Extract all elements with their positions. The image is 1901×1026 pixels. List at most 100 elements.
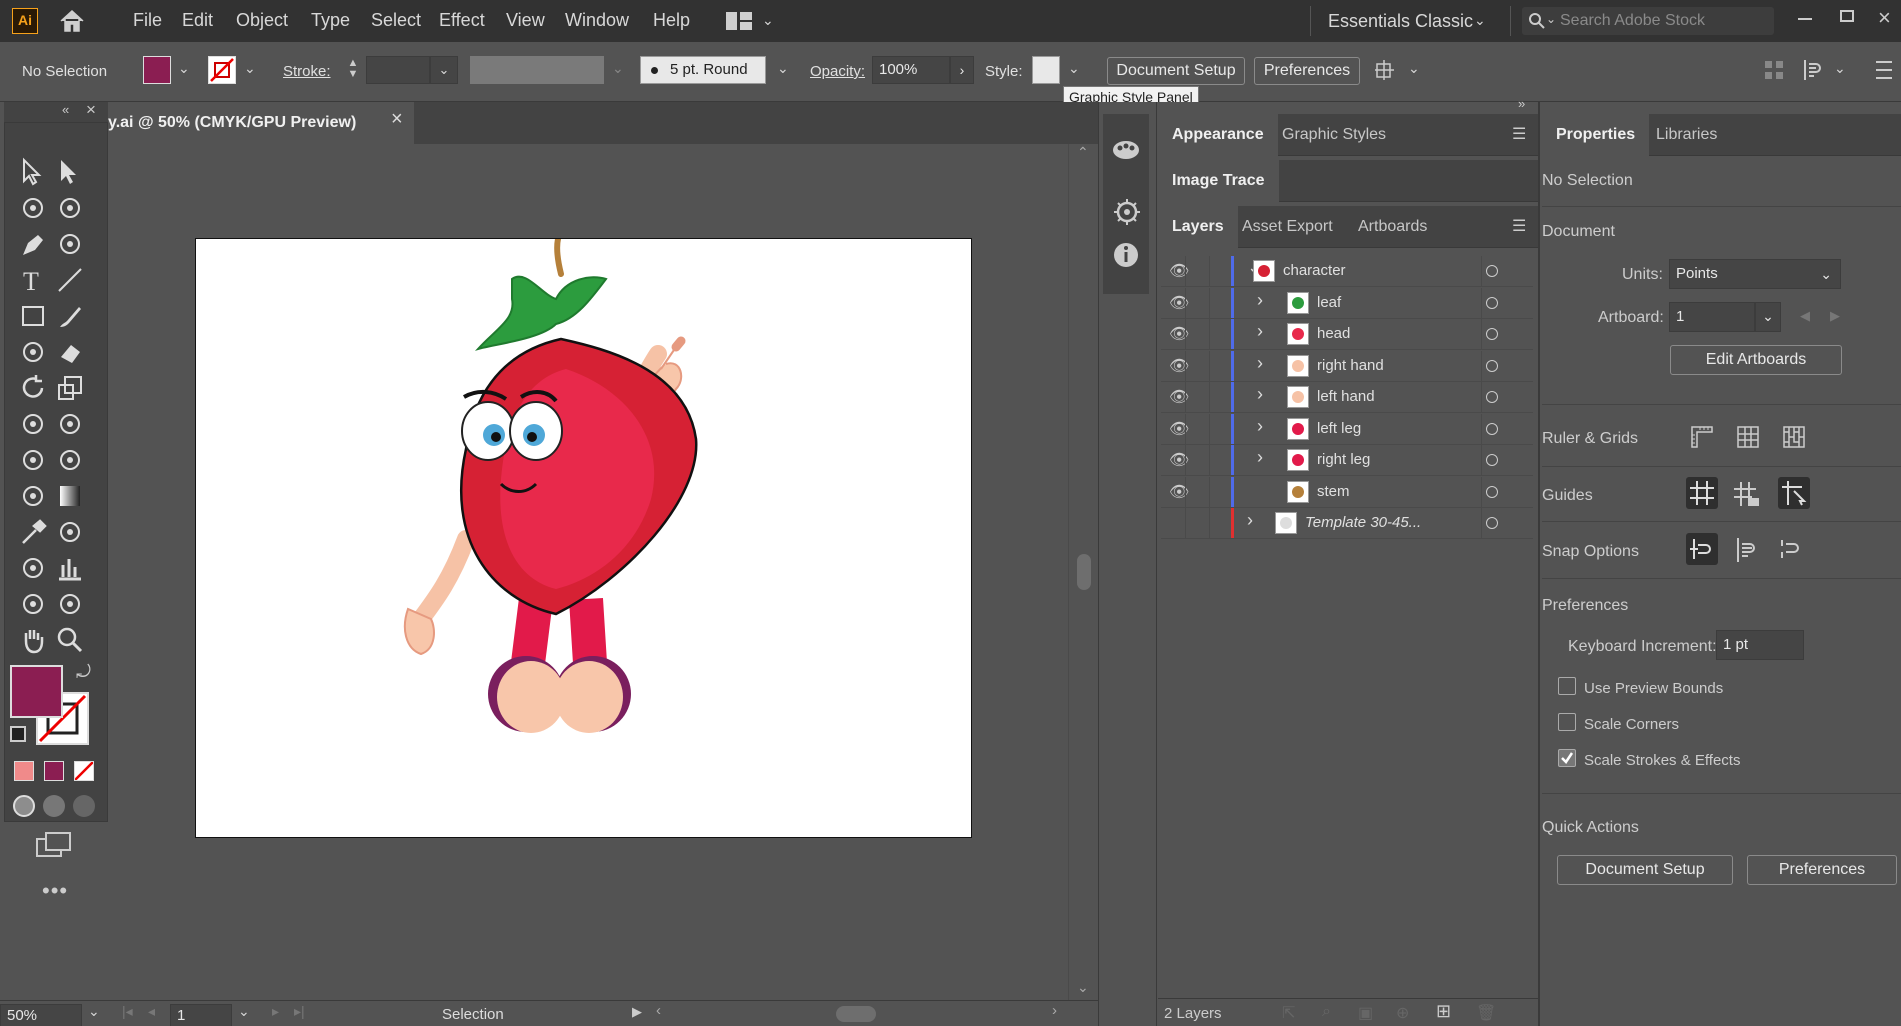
- target-circle-icon[interactable]: [1486, 454, 1498, 466]
- menu-edit[interactable]: Edit: [182, 10, 213, 31]
- opacity-label[interactable]: Opacity:: [810, 63, 865, 80]
- stroke-weight-dropdown[interactable]: ⌄: [430, 56, 458, 84]
- keyboard-increment-field[interactable]: 1 pt: [1716, 630, 1804, 660]
- next-artboard-icon[interactable]: ▸: [272, 1003, 279, 1020]
- width-tool-icon[interactable]: [18, 409, 48, 439]
- export-icon[interactable]: ⇱: [1282, 1003, 1295, 1023]
- variable-width-profile[interactable]: [470, 56, 604, 84]
- preferences-button[interactable]: Preferences: [1254, 57, 1360, 85]
- document-tab[interactable]: y.ai @ 50% (CMYK/GPU Preview) ×: [108, 102, 414, 144]
- chevron-right-icon[interactable]: ›: [1257, 416, 1263, 437]
- align-icon[interactable]: [1764, 60, 1784, 80]
- menu-file[interactable]: File: [133, 10, 162, 31]
- menu-select[interactable]: Select: [371, 10, 421, 31]
- vertical-scrollbar[interactable]: ⌃ ⌄: [1068, 144, 1098, 1000]
- tab-asset-export[interactable]: Asset Export: [1228, 206, 1347, 248]
- layer-row[interactable]: 👁 stem: [1161, 476, 1533, 508]
- status-menu-icon[interactable]: ▶: [632, 1004, 642, 1020]
- scroll-thumb[interactable]: [1077, 554, 1091, 590]
- zoom-field[interactable]: 50%: [0, 1004, 82, 1026]
- info-icon[interactable]: [1113, 242, 1139, 268]
- more-tools-icon[interactable]: •••: [42, 878, 68, 904]
- default-colors-icon[interactable]: [10, 726, 26, 742]
- transparency-grid-icon[interactable]: [1782, 425, 1806, 449]
- menu-object[interactable]: Object: [236, 10, 288, 31]
- chevron-right-icon[interactable]: ›: [1257, 321, 1263, 342]
- fill-color-box-front[interactable]: [10, 665, 63, 718]
- swap-colors-icon[interactable]: ⤾: [76, 662, 91, 683]
- lasso-tool-icon[interactable]: [55, 193, 85, 223]
- panel-menu-icon[interactable]: ☰: [1512, 216, 1526, 236]
- visibility-eye-icon[interactable]: 👁: [1169, 482, 1189, 502]
- close-window-button[interactable]: ×: [1878, 5, 1891, 31]
- layer-row[interactable]: 👁⌄character: [1161, 256, 1533, 287]
- visibility-eye-icon[interactable]: 👁: [1169, 356, 1189, 376]
- target-circle-icon[interactable]: [1486, 296, 1498, 309]
- hscroll-right-icon[interactable]: ›: [1052, 1002, 1057, 1019]
- minimize-button[interactable]: [1798, 18, 1812, 20]
- pen-tool-icon[interactable]: [18, 229, 48, 259]
- layer-row[interactable]: 👁 › left leg: [1161, 413, 1533, 445]
- chevron-down-icon[interactable]: ⌄: [1408, 60, 1420, 77]
- chevron-down-icon[interactable]: ⌄: [1834, 60, 1846, 77]
- chevron-right-icon[interactable]: ›: [1257, 384, 1263, 405]
- stroke-weight-stepper[interactable]: ▲ ▼: [342, 56, 364, 84]
- artboard-select[interactable]: 1: [1669, 302, 1755, 332]
- scroll-up-icon[interactable]: ⌃: [1077, 144, 1089, 161]
- rectangle-tool-icon[interactable]: [18, 301, 48, 331]
- tab-appearance[interactable]: Appearance: [1158, 114, 1278, 156]
- edit-artboards-button[interactable]: Edit Artboards: [1670, 345, 1842, 375]
- target-circle-icon[interactable]: [1486, 328, 1498, 340]
- perspective-grid-tool-icon[interactable]: [55, 445, 85, 475]
- chevron-down-icon[interactable]: ⌄: [244, 60, 256, 77]
- prev-artboard-icon[interactable]: ◀: [1800, 308, 1810, 324]
- menu-view[interactable]: View: [506, 10, 545, 31]
- gradient-tool-icon[interactable]: [55, 481, 85, 511]
- scroll-down-icon[interactable]: ⌄: [1077, 979, 1089, 996]
- target-circle-icon[interactable]: [1486, 485, 1498, 498]
- chevron-right-icon[interactable]: ›: [1257, 290, 1263, 311]
- new-sublayer-icon[interactable]: ⊕: [1396, 1003, 1409, 1023]
- layer-row[interactable]: 👁 › leaf: [1161, 287, 1533, 319]
- stock-search-input[interactable]: ⌄ Search Adobe Stock: [1522, 7, 1774, 35]
- new-layer-icon[interactable]: ⊞: [1436, 1001, 1451, 1022]
- rotate-tool-icon[interactable]: [18, 373, 48, 403]
- chevron-right-icon[interactable]: ›: [1257, 353, 1263, 374]
- rulers-icon[interactable]: [1690, 425, 1714, 449]
- gradient-mode-button[interactable]: [44, 761, 64, 781]
- line-tool-icon[interactable]: [55, 265, 85, 295]
- image-trace-icon[interactable]: [1113, 198, 1141, 226]
- target-circle-icon[interactable]: [1486, 391, 1498, 403]
- first-artboard-icon[interactable]: |◂: [122, 1003, 133, 1020]
- layer-row[interactable]: › Template 30-45...: [1161, 508, 1533, 539]
- close-tab-icon[interactable]: ×: [391, 108, 403, 131]
- visibility-eye-icon[interactable]: 👁: [1169, 419, 1189, 439]
- curvature-tool-icon[interactable]: [55, 229, 85, 259]
- visibility-eye-icon[interactable]: 👁: [1169, 293, 1189, 313]
- artboard-number-field[interactable]: 1: [170, 1004, 232, 1026]
- chevron-down-icon[interactable]: ⌄: [777, 60, 789, 77]
- direct-selection-tool-icon[interactable]: [55, 157, 85, 187]
- graphic-styles-icon[interactable]: [1111, 138, 1141, 162]
- show-guides-button[interactable]: [1686, 477, 1718, 509]
- graph-tool-icon[interactable]: [55, 553, 85, 583]
- tab-graphic-styles[interactable]: Graphic Styles: [1268, 114, 1400, 156]
- tab-properties[interactable]: Properties: [1542, 114, 1650, 156]
- home-icon[interactable]: [58, 9, 86, 33]
- hand-tool-icon[interactable]: [18, 625, 48, 655]
- type-tool-icon[interactable]: T: [18, 265, 48, 295]
- grid-icon[interactable]: [1736, 425, 1760, 449]
- quick-document-setup-button[interactable]: Document Setup: [1557, 855, 1733, 885]
- chevron-right-icon[interactable]: ›: [1257, 447, 1263, 468]
- hscroll-left-icon[interactable]: ‹: [656, 1002, 661, 1019]
- chevron-down-icon[interactable]: ⌄: [1474, 12, 1486, 29]
- menu-type[interactable]: Type: [311, 10, 350, 31]
- visibility-eye-icon[interactable]: 👁: [1169, 261, 1189, 281]
- snap-to-pixel-icon[interactable]: [1734, 536, 1762, 564]
- none-mode-button[interactable]: [74, 761, 94, 781]
- collapse-icon[interactable]: «: [62, 102, 69, 117]
- color-mode-button[interactable]: [14, 761, 34, 781]
- app-logo[interactable]: Ai: [12, 8, 38, 34]
- panel-menu-icon[interactable]: ☰: [1512, 124, 1526, 144]
- stroke-weight-field[interactable]: [366, 56, 430, 84]
